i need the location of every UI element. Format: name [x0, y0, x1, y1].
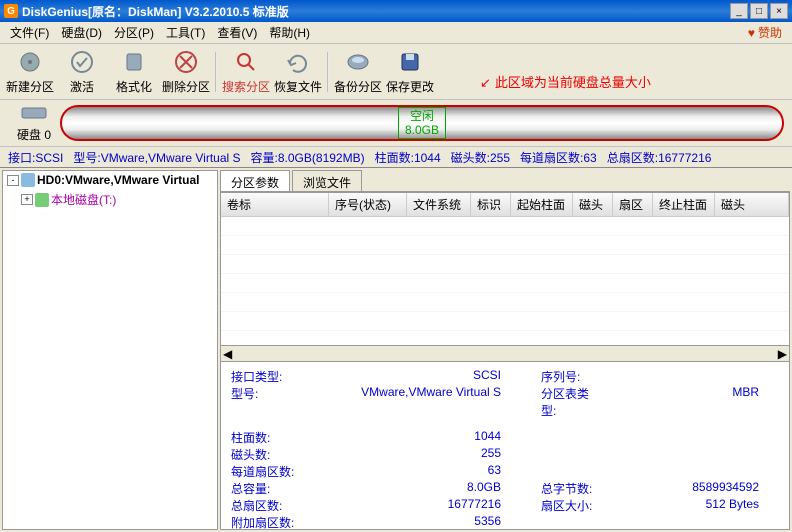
spt-label: 每道扇区数:: [231, 463, 311, 480]
heart-icon: ♥: [748, 26, 755, 40]
grid-body[interactable]: [221, 217, 789, 345]
menu-bar: 文件(F) 硬盘(D) 分区(P) 工具(T) 查看(V) 帮助(H) ♥ 赞助: [0, 22, 792, 44]
cap-label: 总容量:: [231, 480, 311, 497]
col-end-cyl[interactable]: 终止柱面: [653, 193, 715, 216]
app-icon: G: [4, 4, 18, 18]
col-fs[interactable]: 文件系统: [407, 193, 471, 216]
recover-icon: [284, 48, 312, 76]
tree-item-local[interactable]: + 本地磁盘(T:): [3, 189, 217, 210]
minimize-button[interactable]: _: [730, 3, 748, 19]
sponsor-link[interactable]: ♥ 赞助: [748, 24, 788, 41]
col-seq[interactable]: 序号(状态): [329, 193, 407, 216]
head-label: 磁头数:: [231, 446, 311, 463]
backup-icon: [344, 48, 372, 76]
activate-icon: [68, 48, 96, 76]
tab-partition-params[interactable]: 分区参数: [220, 170, 290, 191]
annotation-text: 此区域为当前硬盘总量大小: [480, 72, 651, 91]
menu-help[interactable]: 帮助(H): [263, 22, 316, 43]
search-icon: [232, 48, 260, 76]
backup-partition-button[interactable]: 备份分区: [332, 47, 384, 97]
model-label: 型号:: [231, 385, 311, 419]
horizontal-scrollbar[interactable]: ◀▶: [221, 345, 789, 361]
col-head[interactable]: 磁头: [573, 193, 613, 216]
toolbar-separator: [215, 52, 217, 92]
disk-bar-area: 硬盘 0 空闲 8.0GB: [0, 100, 792, 146]
cyl-value: 1044: [311, 429, 501, 446]
head-value: 255: [311, 446, 501, 463]
menu-view[interactable]: 查看(V): [211, 22, 263, 43]
menu-disk[interactable]: 硬盘(D): [55, 22, 108, 43]
cap-value: 8.0GB: [311, 480, 501, 497]
delete-partition-button[interactable]: 删除分区: [160, 47, 212, 97]
part-table-value: MBR: [601, 385, 779, 419]
col-flag[interactable]: 标识: [471, 193, 511, 216]
sec-size-label: 扇区大小:: [501, 497, 601, 514]
col-start-cyl[interactable]: 起始柱面: [511, 193, 573, 216]
delete-icon: [172, 48, 200, 76]
tot-sec-label: 总扇区数:: [231, 497, 311, 514]
new-partition-button[interactable]: 新建分区: [4, 47, 56, 97]
expand-icon[interactable]: -: [7, 175, 19, 186]
activate-button[interactable]: 激活: [56, 47, 108, 97]
disk-label: 硬盘 0: [8, 104, 60, 143]
window-title: DiskGenius[原名：DiskMan] V3.2.2010.5 标准版: [22, 3, 728, 20]
volume-icon: [35, 193, 49, 207]
toolbar-separator: [327, 52, 329, 92]
disk-capacity-bar[interactable]: 空闲 8.0GB: [60, 105, 784, 141]
recover-file-button[interactable]: 恢复文件: [272, 47, 324, 97]
menu-tools[interactable]: 工具(T): [160, 22, 211, 43]
tab-bar: 分区参数 浏览文件: [220, 170, 790, 192]
sec-size-value: 512 Bytes: [601, 497, 779, 514]
save-icon: [396, 48, 424, 76]
format-button[interactable]: 格式化: [108, 47, 160, 97]
disk-capacity-box: 空闲 8.0GB: [398, 107, 446, 140]
cyl-label: 柱面数:: [231, 429, 311, 446]
grid-header: 卷标 序号(状态) 文件系统 标识 起始柱面 磁头 扇区 终止柱面 磁头: [221, 193, 789, 217]
search-partition-button[interactable]: 搜索分区: [220, 47, 272, 97]
details-panel: 接口类型: SCSI 序列号: 型号: VMware,VMware Virtua…: [220, 362, 790, 530]
expand-icon[interactable]: +: [21, 194, 33, 205]
col-sector[interactable]: 扇区: [613, 193, 653, 216]
col-volume[interactable]: 卷标: [221, 193, 329, 216]
add-sec-label: 附加扇区数:: [231, 514, 311, 530]
save-changes-button[interactable]: 保存更改: [384, 47, 436, 97]
iface-type-label: 接口类型:: [231, 368, 311, 385]
disk-tree[interactable]: - HD0:VMware,VMware Virtual + 本地磁盘(T:): [2, 170, 218, 530]
disk-icon: [20, 104, 48, 122]
disk-info-bar: 接口:SCSI 型号:VMware,VMware Virtual S 容量:8.…: [0, 146, 792, 168]
tot-sec-value: 16777216: [311, 497, 501, 514]
add-sec-value: 5356: [311, 514, 501, 530]
partition-grid[interactable]: 卷标 序号(状态) 文件系统 标识 起始柱面 磁头 扇区 终止柱面 磁头 ◀▶: [220, 192, 790, 362]
maximize-button[interactable]: □: [750, 3, 768, 19]
toolbar: 新建分区 激活 格式化 删除分区 搜索分区 恢复文件 备份分区 保存更改 此区域…: [0, 44, 792, 100]
spt-value: 63: [311, 463, 501, 480]
title-bar: G DiskGenius[原名：DiskMan] V3.2.2010.5 标准版…: [0, 0, 792, 22]
part-table-label: 分区表类型:: [501, 385, 601, 419]
col-head2[interactable]: 磁头: [715, 193, 789, 216]
format-icon: [120, 48, 148, 76]
menu-file[interactable]: 文件(F): [4, 22, 55, 43]
tree-item-hd0[interactable]: - HD0:VMware,VMware Virtual: [3, 171, 217, 189]
new-disk-icon: [16, 48, 44, 76]
right-panel: 分区参数 浏览文件 卷标 序号(状态) 文件系统 标识 起始柱面 磁头 扇区 终…: [220, 170, 790, 530]
close-button[interactable]: ×: [770, 3, 788, 19]
main-area: - HD0:VMware,VMware Virtual + 本地磁盘(T:) 分…: [0, 168, 792, 532]
serial-label: 序列号:: [501, 368, 601, 385]
disk-icon: [21, 173, 35, 187]
bytes-value: 8589934592: [601, 480, 779, 497]
menu-partition[interactable]: 分区(P): [108, 22, 160, 43]
model-value: VMware,VMware Virtual S: [311, 385, 501, 419]
bytes-label: 总字节数:: [501, 480, 601, 497]
tab-browse-files[interactable]: 浏览文件: [292, 170, 362, 191]
iface-type-value: SCSI: [311, 368, 501, 385]
